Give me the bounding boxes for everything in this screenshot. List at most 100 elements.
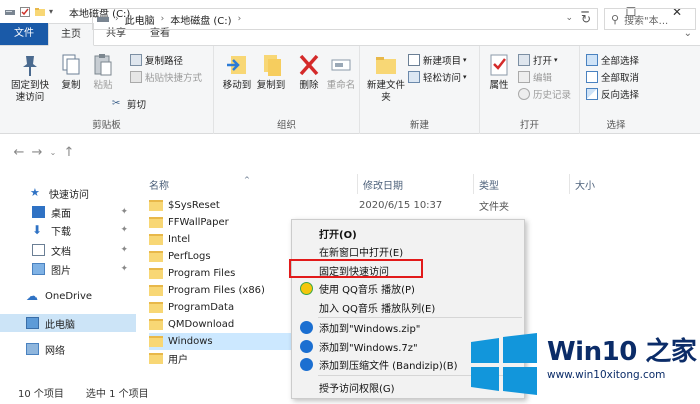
- copy-to-button[interactable]: 复制到: [254, 52, 288, 92]
- bandizip-icon: [300, 357, 313, 371]
- sidebar-item-label: 文档: [51, 246, 71, 258]
- copy-label: 复制: [61, 80, 81, 91]
- cut-button[interactable]: ✂ 剪切: [112, 96, 146, 111]
- delete-button[interactable]: 删除: [294, 52, 324, 92]
- invert-selection-button[interactable]: 反向选择: [586, 86, 639, 101]
- column-header-name[interactable]: 名称: [149, 174, 169, 194]
- sidebar-item-documents[interactable]: 文档 ✦: [0, 241, 136, 259]
- folder-icon: [149, 319, 163, 330]
- ribbon: 固定到快速访问 复制 粘贴 复制路径 粘贴快捷方式 ✂ 剪切 剪贴板 移动到 复…: [0, 46, 700, 134]
- new-folder-icon[interactable]: [34, 6, 46, 18]
- copy-path-button[interactable]: 复制路径: [130, 52, 183, 67]
- sidebar-item-network[interactable]: 网络: [0, 340, 136, 358]
- up-arrow-icon[interactable]: ↑: [60, 145, 78, 160]
- copy-to-label: 复制到: [256, 80, 286, 91]
- picture-icon: [32, 263, 45, 275]
- tab-home[interactable]: 主页: [48, 23, 94, 46]
- column-divider[interactable]: [569, 174, 570, 194]
- history-button[interactable]: 历史记录: [518, 86, 571, 101]
- breadcrumb-this-pc[interactable]: 此电脑: [125, 12, 155, 27]
- sidebar-item-quick-access[interactable]: ★ 快速访问: [0, 184, 136, 202]
- delete-x-icon: [299, 54, 319, 76]
- watermark: Win10 之家 www.win10xitong.com: [465, 325, 700, 404]
- search-placeholder: 搜索"本...: [624, 15, 669, 27]
- bandizip-icon: [300, 320, 313, 334]
- open-icon: [518, 53, 530, 66]
- column-header-size[interactable]: 大小: [575, 174, 595, 194]
- copy-to-icon: [264, 55, 281, 76]
- folder-icon: [149, 200, 163, 211]
- file-type: 文件夹: [479, 202, 509, 213]
- sidebar-item-onedrive[interactable]: ☁ OneDrive: [0, 287, 136, 305]
- tab-file[interactable]: 文件: [0, 23, 48, 45]
- menu-item-label: 添加到"Windows.zip": [319, 323, 421, 335]
- search-box[interactable]: ⚲ 搜索"本...: [604, 8, 696, 30]
- desktop-icon: [32, 206, 45, 218]
- pin-icon[interactable]: ✦: [120, 207, 128, 217]
- easy-access-button[interactable]: 轻松访问 ▾: [408, 69, 467, 84]
- pin-icon[interactable]: ✦: [120, 225, 128, 235]
- pin-icon[interactable]: ✦: [120, 245, 128, 255]
- easy-access-label: 轻松访问: [423, 72, 462, 84]
- rename-button[interactable]: 重命名: [324, 52, 358, 92]
- pin-quick-access-label: 固定到快速访问: [10, 80, 49, 103]
- watermark-url: www.win10xitong.com: [547, 369, 666, 381]
- menu-item-label: 添加到"Windows.7z": [319, 342, 418, 354]
- file-name: 用户: [168, 355, 188, 366]
- folder-icon: [149, 285, 163, 296]
- paste-shortcut-button[interactable]: 粘贴快捷方式: [130, 69, 202, 84]
- column-header-date[interactable]: 修改日期: [363, 174, 403, 194]
- menu-item-qqmusic-play[interactable]: 使用 QQ音乐 播放(P): [292, 278, 524, 298]
- sidebar-item-pictures[interactable]: 图片 ✦: [0, 260, 136, 278]
- table-row[interactable]: $SysReset 2020/6/15 10:37 文件夹: [149, 197, 689, 214]
- rename-label: 重命名: [326, 80, 356, 91]
- sidebar-item-downloads[interactable]: ⬇ 下载 ✦: [0, 221, 136, 239]
- menu-item-qqmusic-queue[interactable]: 加入 QQ音乐 播放队列(E): [292, 297, 524, 317]
- properties-button[interactable]: 属性: [484, 52, 514, 92]
- menu-item-open[interactable]: 打开(O): [292, 223, 524, 243]
- folder-icon: [149, 217, 163, 228]
- open-group-label: 打开: [519, 120, 539, 131]
- column-header-type[interactable]: 类型: [479, 174, 499, 194]
- bandizip-icon: [300, 339, 313, 353]
- file-name: Intel: [168, 234, 191, 245]
- sidebar-item-this-pc[interactable]: 此电脑: [0, 314, 136, 332]
- back-arrow-icon[interactable]: ←: [10, 145, 28, 160]
- edit-icon: [518, 70, 530, 83]
- column-divider[interactable]: [357, 174, 358, 194]
- sidebar-item-desktop[interactable]: 桌面 ✦: [0, 203, 136, 221]
- computer-icon: [26, 317, 39, 329]
- menu-item-label: 打开(O): [319, 229, 357, 241]
- recent-locations-chevron-icon[interactable]: ⌄: [46, 148, 60, 157]
- navigation-pane: ★ 快速访问 桌面 ✦ ⬇ 下载 ✦ 文档 ✦ 图片 ✦ ☁ OneDrive …: [0, 170, 136, 380]
- paste-button[interactable]: 粘贴: [88, 52, 118, 92]
- select-all-button[interactable]: 全部选择: [586, 52, 639, 67]
- forward-arrow-icon[interactable]: →: [28, 145, 46, 160]
- invert-selection-label: 反向选择: [601, 89, 640, 101]
- menu-item-open-new-window[interactable]: 在新窗口中打开(E): [292, 241, 524, 261]
- new-item-button[interactable]: 新建项目 ▾: [408, 52, 467, 67]
- breadcrumb-local-disk[interactable]: 本地磁盘 (C:): [170, 12, 231, 27]
- open-button[interactable]: 打开 ▾: [518, 52, 558, 67]
- drive-icon[interactable]: [4, 6, 16, 18]
- folder-icon: [149, 268, 163, 279]
- address-dropdown-icon[interactable]: ⌄: [565, 13, 573, 23]
- rename-icon: [331, 59, 351, 71]
- table-row-selected[interactable]: Windows: [149, 333, 299, 350]
- column-divider[interactable]: [473, 174, 474, 194]
- pin-icon[interactable]: ✦: [120, 264, 128, 274]
- navigation-bar: ← → ⌄ ↑: [0, 134, 700, 170]
- copy-button[interactable]: 复制: [56, 52, 86, 92]
- watermark-title: Win10 之家: [547, 337, 697, 367]
- new-folder-button[interactable]: 新建文件夹: [366, 52, 406, 104]
- pin-icon: [23, 56, 37, 76]
- customize-toolbar-icon[interactable]: ▾: [49, 6, 61, 18]
- cut-label: 剪切: [127, 99, 147, 111]
- pin-quick-access-button[interactable]: 固定到快速访问: [8, 52, 52, 104]
- properties-check-icon[interactable]: [19, 6, 31, 18]
- move-to-button[interactable]: 移动到: [220, 52, 254, 92]
- refresh-icon[interactable]: ↻: [581, 12, 591, 26]
- select-none-button[interactable]: 全部取消: [586, 69, 639, 84]
- edit-button[interactable]: 编辑: [518, 69, 552, 84]
- address-bar[interactable]: › 此电脑 › 本地磁盘 (C:) › ⌄ ↻: [92, 8, 598, 30]
